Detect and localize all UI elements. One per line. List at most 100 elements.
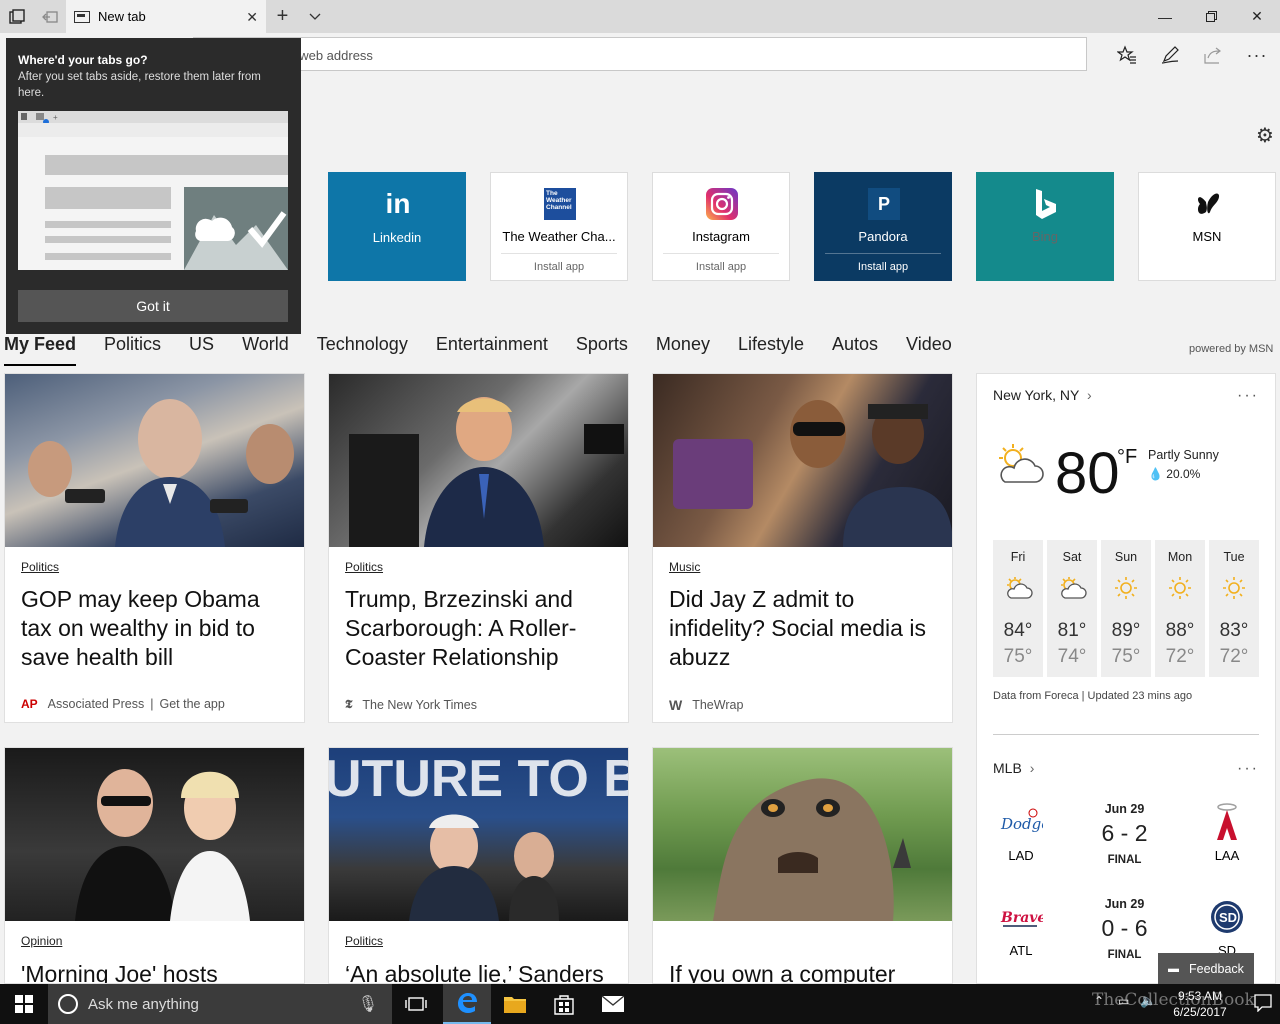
install-app-link[interactable]: Install app	[825, 253, 941, 273]
top-site-instagram[interactable]: Instagram Install app	[652, 172, 790, 281]
forecast-high: 83°	[1219, 620, 1249, 641]
microphone-icon[interactable]: 🎙	[358, 994, 378, 1014]
watermark: TheCollectionBook	[1092, 990, 1255, 1010]
padres-logo-icon: SD	[1197, 897, 1257, 937]
task-view-icon[interactable]	[392, 984, 440, 1024]
feed-tab-world[interactable]: World	[242, 334, 289, 366]
feed-tab-money[interactable]: Money	[656, 334, 710, 366]
feed-tab-video[interactable]: Video	[906, 334, 952, 366]
forecast-day-name: Tue	[1223, 550, 1245, 564]
windows-start-icon[interactable]	[0, 984, 48, 1024]
forecast-day-name: Fri	[1010, 550, 1026, 564]
feed-tab-technology[interactable]: Technology	[317, 334, 408, 366]
top-site-linkedin[interactable]: in Linkedin	[328, 172, 466, 281]
news-image	[329, 374, 628, 547]
sidebar-widgets: New York, NY › ··· 80 °F Partly Sunny 💧 …	[976, 373, 1276, 984]
top-site-name: Bing	[1031, 229, 1059, 244]
news-card[interactable]: Music Did Jay Z admit to infidelity? Soc…	[652, 373, 953, 723]
powered-by-msn: powered by MSN	[1189, 343, 1274, 355]
forecast-day[interactable]: Mon 88° 72°	[1155, 540, 1205, 677]
divider	[993, 734, 1259, 735]
news-card[interactable]: Opinion 'Morning Joe' hosts	[4, 747, 305, 984]
forecast-low: 75°	[1111, 646, 1141, 667]
forecast-day[interactable]: Sun 89° 75°	[1101, 540, 1151, 677]
mlb-game[interactable]: Dodgers LAD Jun 29 6 - 2 FINAL LAA	[977, 802, 1277, 882]
card-source: AP Associated Press | Get the app	[21, 697, 225, 711]
top-site-msn[interactable]: MSN	[1138, 172, 1276, 281]
card-headline[interactable]: Trump, Brzezinski and Scarborough: A Rol…	[345, 585, 613, 672]
card-category[interactable]: Opinion	[21, 934, 62, 948]
news-card[interactable]: UTURE TO BE Politics ‘An absolute lie,’ …	[328, 747, 629, 984]
mlb-title: MLB	[993, 760, 1022, 776]
tab-new-tab[interactable]: New tab ✕	[66, 0, 266, 33]
edge-app-icon[interactable]	[443, 984, 491, 1024]
top-site-bing[interactable]: Bing	[976, 172, 1114, 281]
install-app-link[interactable]: Install app	[663, 253, 779, 273]
set-tabs-aside-icon[interactable]	[33, 0, 66, 33]
mail-icon[interactable]	[589, 984, 637, 1024]
mlb-title-link[interactable]: MLB ›	[993, 760, 1034, 776]
top-site-weather-channel[interactable]: The Weather Channel The Weather Cha... I…	[490, 172, 628, 281]
card-headline[interactable]: 'Morning Joe' hosts	[21, 960, 289, 983]
card-source: W TheWrap	[669, 697, 743, 713]
temperature-unit[interactable]: °F	[1117, 446, 1137, 469]
news-card[interactable]: Politics Trump, Brzezinski and Scarborou…	[328, 373, 629, 723]
file-explorer-icon[interactable]	[491, 984, 539, 1024]
store-icon[interactable]	[540, 984, 588, 1024]
card-headline[interactable]: ‘An absolute lie,’ Sanders	[345, 960, 613, 983]
more-icon[interactable]: ···	[1243, 41, 1271, 69]
card-category[interactable]: Politics	[345, 560, 383, 574]
card-headline[interactable]: GOP may keep Obama tax on wealthy in bid…	[21, 585, 289, 672]
feed-tab-lifestyle[interactable]: Lifestyle	[738, 334, 804, 366]
card-source-name: Associated Press	[47, 697, 145, 711]
forecast-day[interactable]: Fri 84° 75°	[993, 540, 1043, 677]
forecast-day-name: Sun	[1114, 550, 1138, 564]
card-headline[interactable]: Did Jay Z admit to infidelity? Social me…	[669, 585, 937, 672]
mlb-more-icon[interactable]: ···	[1237, 760, 1259, 778]
restore-icon[interactable]	[1188, 0, 1234, 33]
card-headline[interactable]: If you own a computer	[669, 960, 937, 983]
tabs-aside-icon[interactable]	[0, 0, 33, 33]
forecast-high: 81°	[1057, 620, 1087, 641]
customize-gear-icon[interactable]: ⚙	[1254, 125, 1276, 147]
feed-tab-politics[interactable]: Politics	[104, 334, 161, 366]
feed-tab-entertainment[interactable]: Entertainment	[436, 334, 548, 366]
minimize-icon[interactable]: —	[1142, 0, 1188, 33]
action-center-icon[interactable]	[1254, 994, 1272, 1013]
feed-tab-my-feed[interactable]: My Feed	[4, 334, 77, 366]
weather-more-icon[interactable]: ···	[1237, 387, 1259, 405]
news-card[interactable]: If you own a computer	[652, 747, 953, 984]
cortana-search-box[interactable]: Ask me anything 🎙	[48, 984, 392, 1024]
forecast-day[interactable]: Sat 81° 74°	[1047, 540, 1097, 677]
feed-tab-autos[interactable]: Autos	[832, 334, 878, 366]
web-note-icon[interactable]	[1156, 41, 1184, 69]
away-team: LAA	[1214, 848, 1240, 863]
top-site-pandora[interactable]: P Pandora Install app	[814, 172, 952, 281]
feedback-button[interactable]: ▬ Feedback	[1158, 953, 1254, 984]
dodgers-logo-icon: Dodgers	[991, 802, 1051, 842]
card-category[interactable]: Politics	[21, 560, 59, 574]
get-the-app-link[interactable]: Get the app	[160, 697, 225, 711]
close-tab-icon[interactable]: ✕	[246, 9, 258, 26]
svg-text:+: +	[53, 113, 58, 122]
forecast-low: 72°	[1219, 646, 1249, 667]
tab-preview-chevron-icon[interactable]	[298, 0, 331, 33]
forecast-low: 75°	[1003, 646, 1033, 667]
news-card[interactable]: Politics GOP may keep Obama tax on wealt…	[4, 373, 305, 723]
card-category[interactable]: Politics	[345, 934, 383, 948]
weather-location-link[interactable]: New York, NY ›	[993, 387, 1092, 403]
sunny-icon	[1165, 576, 1195, 600]
got-it-button[interactable]: Got it	[18, 290, 288, 322]
favorites-icon[interactable]	[1113, 41, 1141, 69]
instagram-logo-icon	[706, 188, 738, 220]
forecast-day[interactable]: Tue 83° 72°	[1209, 540, 1259, 677]
feed-tab-us[interactable]: US	[189, 334, 214, 366]
close-window-icon[interactable]: ✕	[1234, 0, 1280, 33]
share-icon[interactable]	[1199, 41, 1227, 69]
new-tab-icon[interactable]: +	[266, 0, 299, 33]
feed-tab-sports[interactable]: Sports	[576, 334, 628, 366]
forecast-low: 74°	[1057, 646, 1087, 667]
install-app-link[interactable]: Install app	[501, 253, 617, 273]
card-category[interactable]: Music	[669, 560, 700, 574]
address-bar[interactable]: Search or enter web address	[193, 37, 1087, 71]
